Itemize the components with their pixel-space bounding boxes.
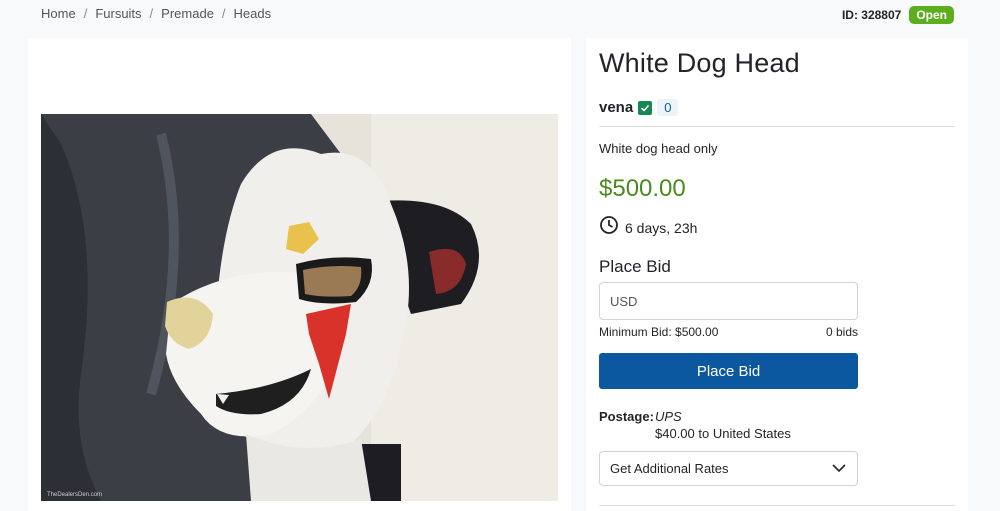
bid-amount-input[interactable] <box>599 282 858 320</box>
chevron-down-icon <box>831 461 847 476</box>
status-badge: Open <box>909 6 954 24</box>
seller-name[interactable]: vena <box>599 99 633 116</box>
current-price: $500.00 <box>599 175 686 202</box>
breadcrumb-separator: / <box>149 6 154 21</box>
listing-id: ID: 328807 <box>841 8 902 22</box>
clock-icon <box>599 215 619 240</box>
listing-photo[interactable]: TheDealersDen.com <box>41 114 558 501</box>
time-remaining: 6 days, 23h <box>599 215 697 240</box>
time-left-text: 6 days, 23h <box>625 219 698 236</box>
breadcrumb-home[interactable]: Home <box>41 6 76 21</box>
seller-info: vena 0 <box>599 99 679 116</box>
fursuit-head-image: TheDealersDen.com <box>41 114 558 501</box>
additional-rates-label: Get Additional Rates <box>610 461 729 476</box>
listing-details: White Dog Head vena 0 White dog head onl… <box>586 38 968 511</box>
breadcrumb-fursuits[interactable]: Fursuits <box>95 6 141 21</box>
divider <box>599 505 955 506</box>
gallery-panel: TheDealersDen.com <box>28 38 571 511</box>
postage-carrier: UPS <box>655 409 682 424</box>
breadcrumb: Home / Fursuits / Premade / Heads <box>41 6 271 21</box>
postage-cost: $40.00 to United States <box>655 426 791 441</box>
breadcrumb-premade[interactable]: Premade <box>161 6 214 21</box>
top-bar: Home / Fursuits / Premade / Heads ID: 32… <box>0 0 1000 30</box>
check-square-icon <box>638 100 653 115</box>
place-bid-heading: Place Bid <box>599 257 671 276</box>
listing-description: White dog head only <box>599 141 718 156</box>
breadcrumb-separator: / <box>221 6 226 21</box>
breadcrumb-separator: / <box>83 6 88 21</box>
place-bid-button[interactable]: Place Bid <box>599 353 858 389</box>
photo-watermark: TheDealersDen.com <box>47 492 102 498</box>
additional-rates-dropdown[interactable]: Get Additional Rates <box>599 451 858 486</box>
minimum-bid: Minimum Bid: $500.00 <box>599 325 719 339</box>
breadcrumb-heads[interactable]: Heads <box>234 6 272 21</box>
seller-rating[interactable]: 0 <box>657 99 679 116</box>
bid-count: 0 bids <box>826 325 859 339</box>
listing-meta: ID: 328807 Open <box>842 6 954 24</box>
divider <box>599 126 955 127</box>
postage-label: Postage: <box>599 409 654 424</box>
listing-title: White Dog Head <box>599 48 800 78</box>
